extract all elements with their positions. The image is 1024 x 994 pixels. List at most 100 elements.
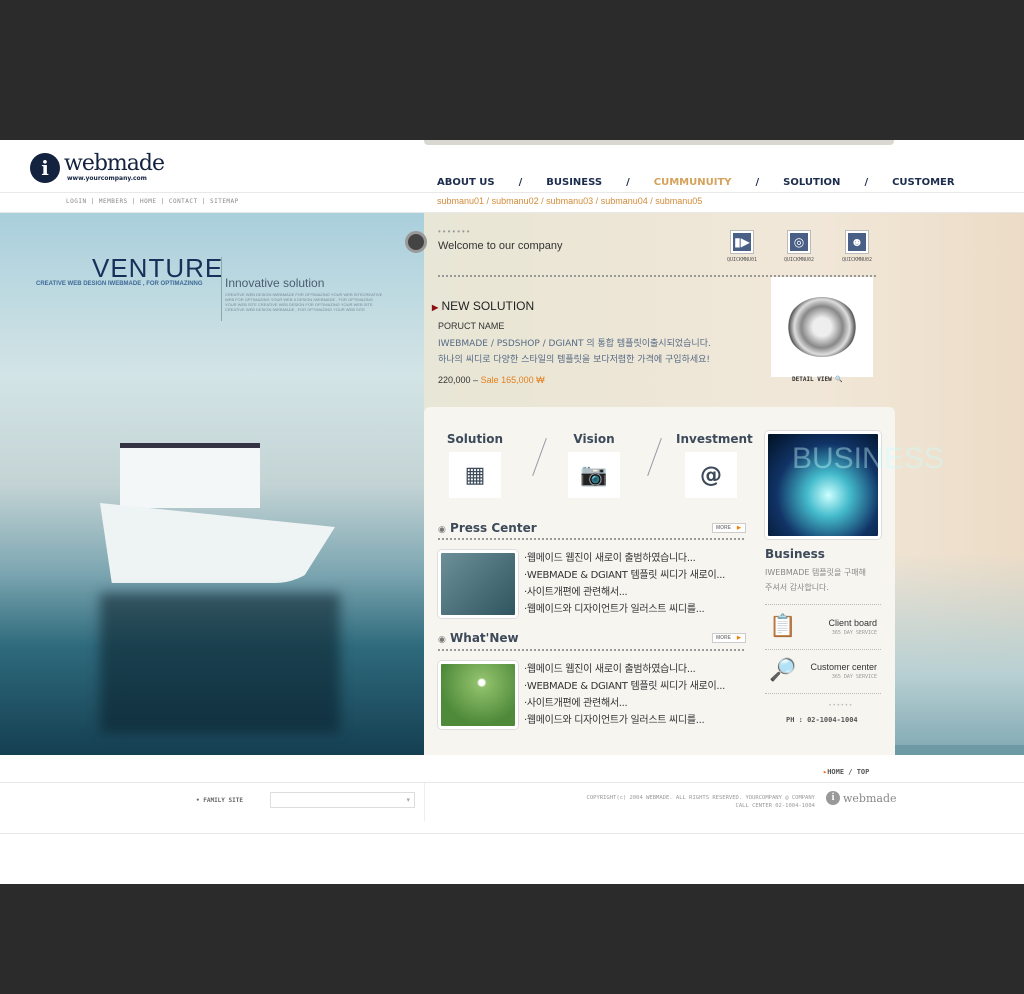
clipboard-icon: 📋	[769, 614, 797, 639]
desc-line: IWEBMADE 템플릿을 구매해	[765, 568, 867, 577]
dots-decor: •••••••	[438, 227, 472, 236]
nav-solution[interactable]: SOLUTION	[783, 177, 840, 188]
magnifier-icon: 🔍	[835, 376, 843, 383]
boat-cabin	[120, 443, 260, 508]
hero-body: CREATIVE WEB DESIGN IWEBMADE FOR OPTIMAZ…	[225, 292, 383, 312]
divider	[424, 783, 425, 821]
list-item[interactable]: ·사이트개편에 관련해서...	[524, 695, 725, 712]
desc-line: 하나의 씨디로 다양한 스타일의 템플릿을 보다저렴한 가격에 구입하세요!	[438, 355, 711, 365]
business-title: Business	[765, 547, 825, 561]
boat-hull	[100, 503, 335, 583]
leaf-thumbnail[interactable]	[438, 661, 518, 729]
category-label: Investment	[676, 432, 753, 446]
main-nav: ABOUT US / BUSINESS / CUMMUNUITY / SOLUTION…	[437, 177, 955, 188]
submenu-item[interactable]: submanu01	[437, 196, 484, 206]
customer-center-link[interactable]: 🔎 Customer center 365 DAY SERVICE	[765, 654, 881, 694]
link-home[interactable]: HOME	[140, 198, 156, 205]
list-item[interactable]: ·WEBMADE & DGIANT 템플릿 씨디가 새로이...	[524, 567, 725, 584]
chevron-down-icon: ▾	[406, 796, 410, 804]
list-item[interactable]: ·웹메이드 웹진이 새로이 출범하였습니다...	[524, 550, 725, 567]
gear-icon	[787, 297, 857, 357]
category-vision[interactable]: Vision 📷	[566, 432, 622, 498]
desc-line: IWEBMADE / PSDSHOP / DGIANT 의 통합 템플릿이출시되…	[438, 339, 711, 349]
dashed-divider	[438, 649, 746, 651]
list-item[interactable]: ·웹메이드와 디자이언트가 일러스트 씨디를...	[524, 601, 725, 618]
list-item[interactable]: ·WEBMADE & DGIANT 템플릿 씨디가 새로이...	[524, 678, 725, 695]
category-solution[interactable]: Solution ▦	[446, 432, 504, 498]
utility-links: LOGIN | MEMBERS | HOME | CONTACT | SITEM…	[66, 198, 239, 205]
detail-view-link[interactable]: DETAIL VIEW 🔍	[792, 376, 843, 383]
service-title: Customer center	[810, 662, 877, 672]
service-sub: 365 DAY SERVICE	[831, 674, 877, 680]
bullet-icon: ◉	[438, 525, 446, 535]
marina-photo: VENTURE CREATIVE WEB DESIGN IWEBMADE , F…	[0, 213, 424, 755]
nav-separator: /	[864, 177, 869, 188]
footer-logo: i webmade	[826, 791, 897, 805]
sea-backdrop	[895, 553, 1024, 755]
water-reflection	[100, 593, 340, 733]
hero: VENTURE CREATIVE WEB DESIGN IWEBMADE , F…	[0, 213, 1024, 755]
dots-decor: ••••••	[829, 703, 854, 709]
dotted-divider	[765, 649, 881, 650]
category-label: Vision	[573, 432, 615, 446]
link-login[interactable]: LOGIN	[66, 198, 87, 205]
product-image[interactable]	[771, 277, 873, 377]
welcome-text: Welcome to our company	[438, 240, 563, 252]
footer-logo-text: webmade	[843, 791, 897, 805]
submenu-item[interactable]: submanu04	[601, 196, 648, 206]
business-desc: IWEBMADE 템플릿을 구매해 주셔서 감사합니다.	[765, 565, 866, 595]
client-board-link[interactable]: 📋 Client board 365 DAY SERVICE	[765, 610, 881, 650]
business-image[interactable]: BUSINESS	[765, 431, 944, 539]
press-more-button[interactable]: MORE	[712, 523, 746, 533]
magnifier-globe-icon: 🔎	[769, 658, 797, 683]
logo-text[interactable]: webmade	[64, 151, 165, 176]
family-site-select[interactable]: ▾	[270, 792, 415, 808]
logo-url: www.yourcompany.com	[67, 175, 147, 182]
nav-about-us[interactable]: ABOUT US	[437, 177, 495, 188]
film-icon: ▮▶	[731, 231, 753, 253]
original-price: 220,000 –	[438, 375, 479, 385]
nav-customer[interactable]: CUSTOMER	[892, 177, 954, 188]
compass-icon	[405, 231, 427, 253]
heading-text: NEW SOLUTION	[441, 299, 535, 313]
quickmenu-3[interactable]: ☻ QUICKMNU02	[832, 231, 882, 263]
service-title: Client board	[828, 618, 877, 628]
bullet-icon: ◉	[438, 635, 446, 645]
quickmenu-1[interactable]: ▮▶ QUICKMNU01	[717, 231, 767, 263]
product-description: IWEBMADE / PSDSHOP / DGIANT 의 통합 템플릿이출시되…	[438, 336, 711, 368]
nav-business[interactable]: BUSINESS	[546, 177, 602, 188]
quickmenu-label: QUICKMNU01	[726, 257, 758, 263]
target-icon: ◎	[788, 231, 810, 253]
link-sitemap[interactable]: SITEMAP	[210, 198, 239, 205]
product-name: PORUCT NAME	[438, 321, 505, 331]
whatsnew-list: ·웹메이드 웹진이 새로이 출범하였습니다... ·WEBMADE & DGIA…	[524, 661, 725, 729]
category-label: Solution	[446, 432, 504, 446]
list-item[interactable]: ·사이트개편에 관련해서...	[524, 584, 725, 601]
nav-community[interactable]: CUMMUNUITY	[654, 177, 732, 188]
dashed-divider	[438, 538, 746, 540]
press-list: ·웹메이드 웹진이 새로이 출범하였습니다... ·WEBMADE & DGIA…	[524, 550, 725, 618]
list-item[interactable]: ·웹메이드 웹진이 새로이 출범하였습니다...	[524, 661, 725, 678]
label-text: FAMILY SITE	[203, 797, 243, 804]
nav-separator: /	[755, 177, 760, 188]
camera-icon: 📷	[568, 452, 620, 498]
logo-info-icon[interactable]: i	[30, 153, 60, 183]
submenu-item[interactable]: submanu03	[546, 196, 593, 206]
press-center-heading: ◉ Press Center	[438, 521, 537, 535]
submenu-item[interactable]: submanu02	[492, 196, 539, 206]
hero-subtitle: Innovative solution	[225, 276, 325, 290]
link-contact[interactable]: CONTACT	[169, 198, 198, 205]
hero-tagline: CREATIVE WEB DESIGN IWEBMADE , FOR OPTIM…	[36, 281, 203, 287]
category-investment[interactable]: Investment @	[676, 432, 753, 498]
keyboard-thumbnail[interactable]	[438, 550, 518, 618]
divider	[647, 438, 662, 476]
list-item[interactable]: ·웹메이드와 디자이언트가 일러스트 씨디를...	[524, 712, 725, 729]
hero-title: VENTURE	[92, 253, 224, 283]
top-decor-bar	[424, 140, 894, 145]
link-members[interactable]: MEMBERS	[99, 198, 128, 205]
submenu-item[interactable]: submanu05	[655, 196, 702, 206]
whatsnew-more-button[interactable]: MORE	[712, 633, 746, 643]
whats-new-heading: ◉ What'New	[438, 631, 519, 645]
home-top-link[interactable]: ▸HOME / TOP	[823, 768, 869, 776]
quickmenu-2[interactable]: ◎ QUICKMNU02	[774, 231, 824, 263]
